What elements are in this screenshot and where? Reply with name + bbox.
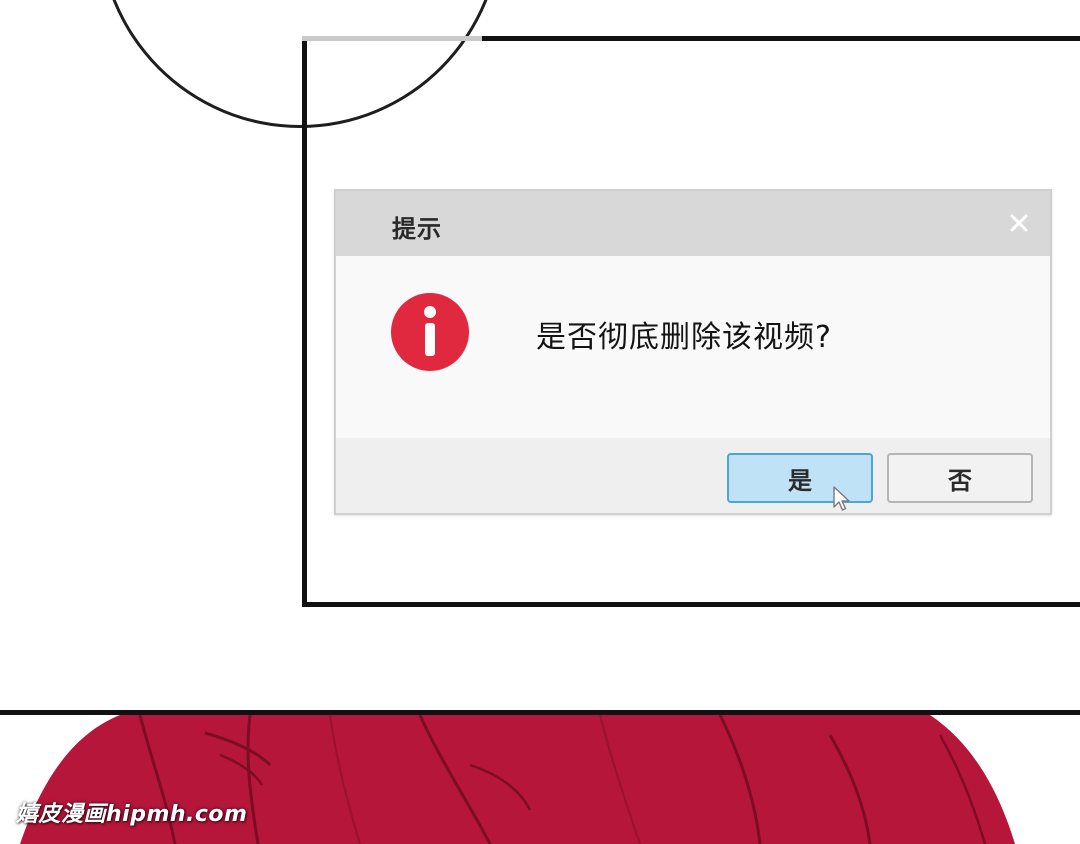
- mouse-pointer-icon: [832, 485, 852, 513]
- dialog-title: 提示: [392, 215, 442, 243]
- dialog-footer: 是 否: [336, 438, 1050, 513]
- confirm-dialog: 提示 是否彻底删除该视频? 是 否: [334, 189, 1052, 515]
- watermark: 嬉皮漫画hipmh.com: [16, 802, 248, 827]
- comic-page: 提示 是否彻底删除该视频? 是 否 嬉皮漫画hipmh.com: [0, 0, 1080, 844]
- dialog-titlebar: 提示: [336, 191, 1050, 256]
- dialog-body: 是否彻底删除该视频?: [336, 256, 1050, 438]
- close-button[interactable]: [1004, 208, 1034, 238]
- close-icon: [1010, 214, 1028, 232]
- dialog-message: 是否彻底删除该视频?: [536, 320, 832, 355]
- no-button[interactable]: 否: [887, 453, 1033, 503]
- info-icon: [390, 292, 470, 372]
